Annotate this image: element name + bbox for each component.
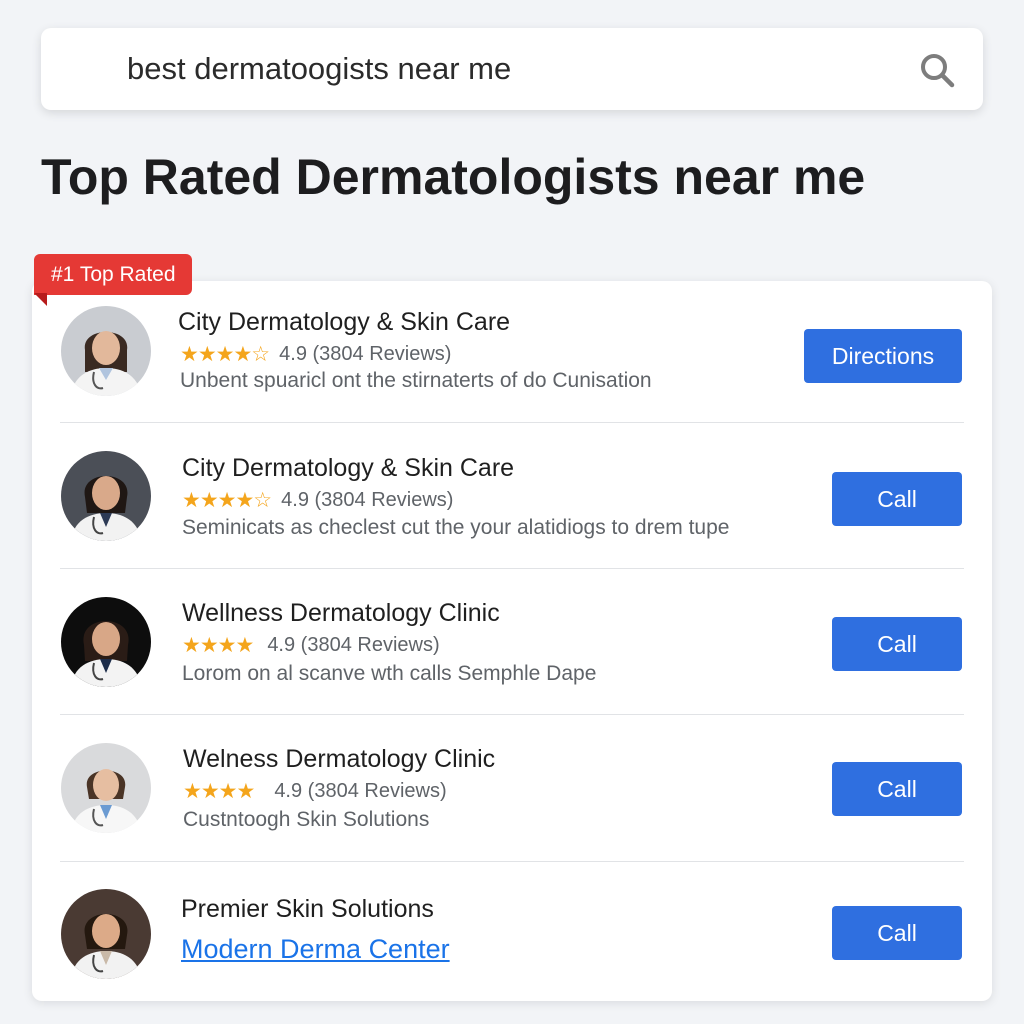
clinic-description: Unbent spuaricl ont the stirnaterts of d…: [180, 369, 652, 392]
clinic-name: City Dermatology & Skin Care: [178, 308, 511, 336]
list-item: City Dermatology & Skin Care ★★★★☆ 4.9 (…: [32, 423, 992, 569]
doctor-photo-icon: [61, 306, 151, 396]
page-title: Top Rated Dermatologists near me: [41, 149, 866, 205]
call-button[interactable]: Call: [832, 617, 962, 671]
doctor-photo-icon: [61, 597, 151, 687]
list-item: Wellness Dermatology Clinic ★★★★ 4.9 (38…: [32, 569, 992, 715]
star-rating-icon: ★★★★☆: [180, 343, 270, 366]
call-button[interactable]: Call: [832, 906, 962, 960]
avatar: [61, 743, 151, 833]
clinic-name: City Dermatology & Skin Care: [182, 454, 515, 482]
avatar: [61, 306, 151, 396]
clinic-link[interactable]: Modern Derma Center: [181, 934, 450, 965]
top-rated-badge: #1 Top Rated: [34, 254, 192, 295]
rating: ★★★★ 4.9 (3804 Reviews): [183, 779, 447, 804]
rating: ★★★★ 4.9 (3804 Reviews): [182, 633, 440, 658]
rating-text: 4.9 (3804 Reviews): [267, 634, 440, 656]
list-item: Welness Dermatology Clinic ★★★★ 4.9 (380…: [32, 715, 992, 862]
clinic-description: Seminicats as checlest cut the your alat…: [182, 516, 730, 539]
search-input[interactable]: best dermatoogists near me: [127, 51, 511, 87]
rating: ★★★★☆ 4.9 (3804 Reviews): [182, 488, 453, 513]
star-rating-icon: ★★★★: [182, 634, 254, 657]
avatar: [61, 889, 151, 979]
list-item: City Dermatology & Skin Care ★★★★☆ 4.9 (…: [32, 281, 992, 423]
rating: ★★★★☆ 4.9 (3804 Reviews): [180, 342, 451, 367]
clinic-name: Wellness Dermatology Clinic: [182, 599, 500, 627]
call-button[interactable]: Call: [832, 472, 962, 526]
rating-text: 4.9 (3804 Reviews): [281, 489, 454, 511]
directions-button[interactable]: Directions: [804, 329, 962, 383]
rating-text: 4.9 (3804 Reviews): [274, 780, 447, 802]
clinic-description: Lorom on al scanve wth calls Semphle Dap…: [182, 662, 597, 685]
results-list: City Dermatology & Skin Care ★★★★☆ 4.9 (…: [32, 281, 992, 1001]
clinic-description: Custntoogh Skin Solutions: [183, 808, 430, 831]
doctor-photo-icon: [61, 743, 151, 833]
search-icon[interactable]: [917, 50, 957, 90]
clinic-name: Premier Skin Solutions: [181, 895, 434, 923]
doctor-photo-icon: [61, 889, 151, 979]
avatar: [61, 451, 151, 541]
badge-fold: [34, 293, 47, 306]
call-button[interactable]: Call: [832, 762, 962, 816]
star-rating-icon: ★★★★☆: [182, 489, 272, 512]
star-rating-icon: ★★★★: [183, 780, 255, 803]
rating-text: 4.9 (3804 Reviews): [279, 343, 452, 365]
search-bar[interactable]: best dermatoogists near me: [41, 28, 983, 110]
avatar: [61, 597, 151, 687]
doctor-photo-icon: [61, 451, 151, 541]
clinic-name: Welness Dermatology Clinic: [183, 745, 496, 773]
list-item: Premier Skin Solutions Modern Derma Cent…: [32, 862, 992, 1001]
